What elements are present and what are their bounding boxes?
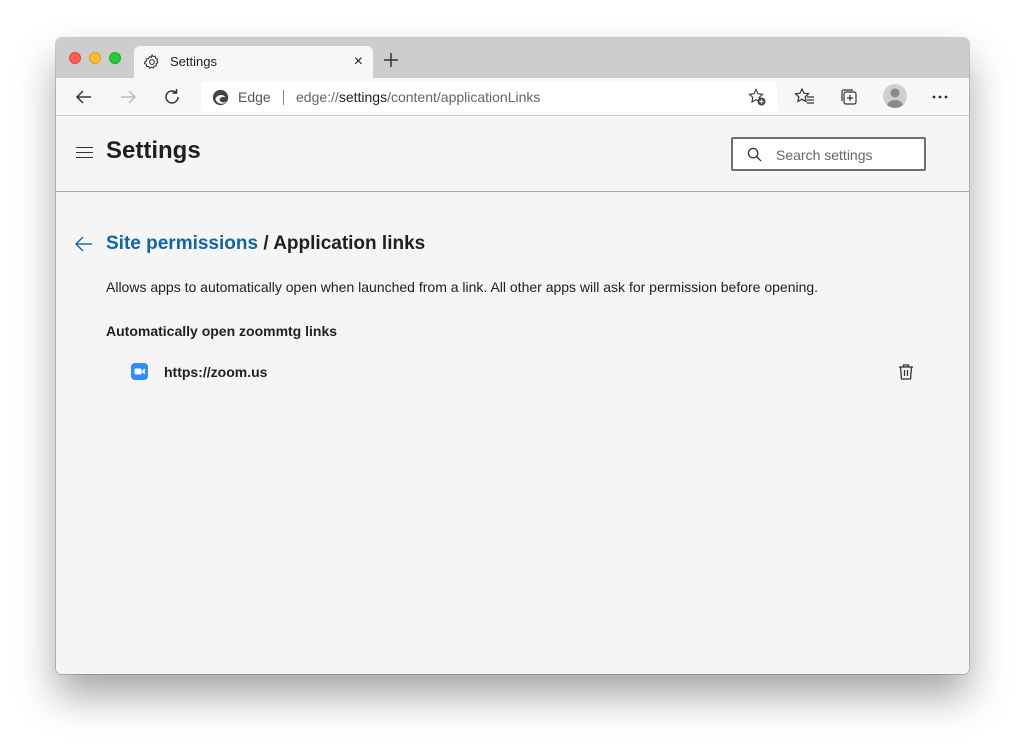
site-list-item: https://zoom.us — [106, 353, 926, 393]
page-title: Settings — [106, 137, 201, 164]
url-path: /content/applicationLinks — [387, 89, 541, 105]
collections-icon[interactable] — [838, 86, 860, 108]
tab-title: Settings — [170, 54, 217, 69]
breadcrumb: Site permissions / Application links — [106, 233, 425, 255]
more-icon[interactable] — [929, 86, 951, 108]
browser-window: Settings × Edge edge://settings/content/… — [56, 38, 969, 674]
settings-header: Settings — [56, 117, 969, 192]
search-settings-box[interactable] — [731, 137, 926, 171]
settings-content: Settings Site permissions / Application … — [56, 117, 969, 674]
forward-button[interactable] — [117, 86, 139, 108]
url-host: settings — [338, 89, 388, 105]
breadcrumb-site-permissions-link[interactable]: Site permissions — [106, 233, 258, 254]
back-button[interactable] — [73, 86, 95, 108]
breadcrumb-current: Application links — [273, 233, 426, 254]
section-title: Automatically open zoommtg links — [106, 323, 338, 339]
back-arrow-icon[interactable] — [74, 234, 94, 254]
gear-icon — [143, 54, 159, 69]
edge-logo-icon — [212, 89, 229, 106]
menu-icon[interactable] — [76, 147, 93, 159]
breadcrumb-separator: / — [258, 233, 274, 254]
site-url: https://zoom.us — [164, 364, 268, 380]
profile-avatar[interactable] — [883, 84, 907, 108]
minimize-window-button[interactable] — [89, 52, 101, 64]
close-tab-icon[interactable]: × — [354, 52, 363, 72]
search-icon — [747, 147, 762, 162]
delete-icon[interactable] — [896, 362, 916, 382]
new-tab-button[interactable] — [381, 50, 401, 70]
page-description: Allows apps to automatically open when l… — [106, 279, 819, 295]
person-icon — [886, 88, 904, 108]
favorites-icon[interactable] — [794, 86, 816, 108]
maximize-window-button[interactable] — [109, 52, 121, 64]
refresh-button[interactable] — [161, 86, 183, 108]
address-bar[interactable]: Edge edge://settings/content/application… — [201, 82, 777, 112]
address-separator — [283, 90, 284, 105]
close-window-button[interactable] — [69, 52, 81, 64]
zoom-icon — [131, 363, 148, 380]
browser-toolbar: Edge edge://settings/content/application… — [56, 78, 969, 116]
url-prefix: edge:// — [296, 89, 339, 105]
tab-settings[interactable]: Settings × — [134, 46, 373, 78]
search-input[interactable] — [776, 145, 916, 165]
title-bar: Settings × — [56, 38, 969, 78]
url-text[interactable]: edge://settings/content/applicationLinks — [296, 89, 540, 105]
edge-brand-label: Edge — [238, 89, 271, 105]
add-favorite-icon[interactable] — [747, 87, 767, 107]
